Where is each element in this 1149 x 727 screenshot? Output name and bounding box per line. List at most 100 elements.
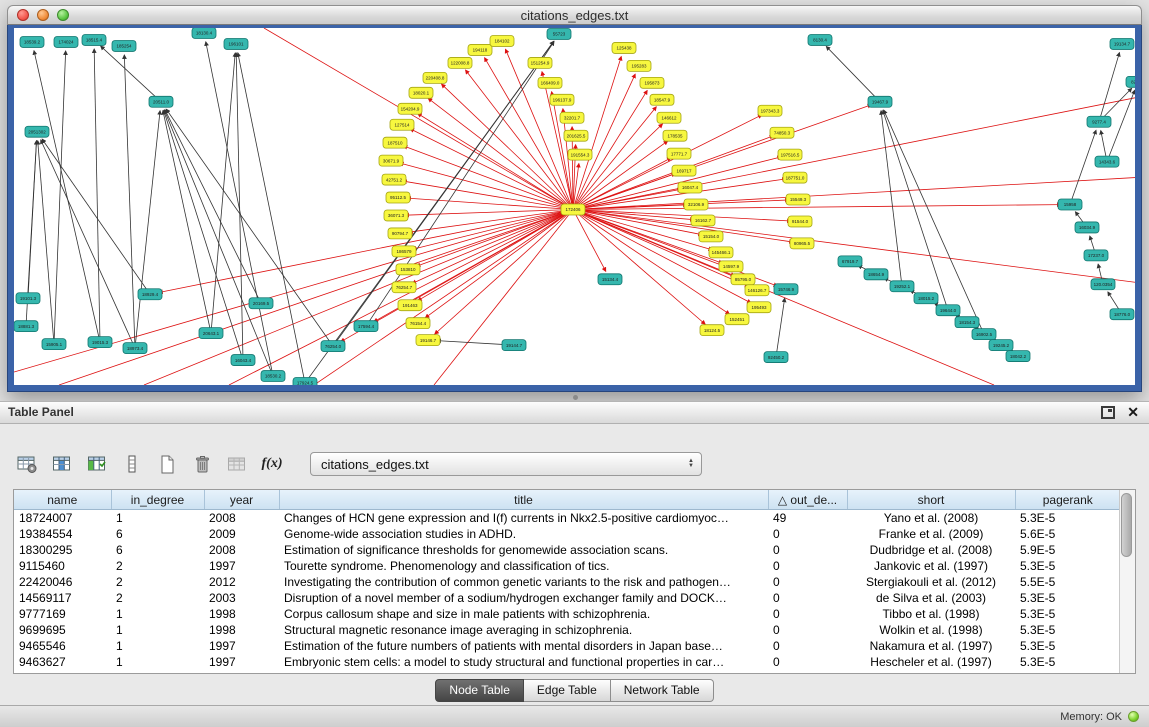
table-cell[interactable]: 2012 xyxy=(204,574,279,590)
table-cell[interactable]: Embryonic stem cells: a model to study s… xyxy=(279,654,768,670)
table-cell[interactable]: Estimation of significance thresholds fo… xyxy=(279,542,768,558)
table-cell[interactable]: 0 xyxy=(768,574,847,590)
network-window-titlebar[interactable]: citations_edges.txt xyxy=(7,5,1142,25)
table-cell[interactable]: Investigating the contribution of common… xyxy=(279,574,768,590)
table-cell[interactable]: 0 xyxy=(768,606,847,622)
table-row[interactable]: 946362711997Embryonic stem cells: a mode… xyxy=(14,654,1120,670)
table-row[interactable]: 1830029562008Estimation of significance … xyxy=(14,542,1120,558)
column-header-in_degree[interactable]: in_degree xyxy=(111,490,204,510)
table-cell[interactable]: Jankovic et al. (1997) xyxy=(847,558,1015,574)
table-row[interactable]: 2242004622012Investigating the contribut… xyxy=(14,574,1120,590)
panel-splitter[interactable] xyxy=(0,393,1149,401)
table-cell[interactable]: Dudbridge et al. (2008) xyxy=(847,542,1015,558)
window-zoom-button[interactable] xyxy=(57,9,69,21)
table-cell[interactable]: 1998 xyxy=(204,622,279,638)
change-table-mode-button[interactable] xyxy=(14,451,40,477)
table-cell[interactable]: 1 xyxy=(111,622,204,638)
table-cell[interactable]: 5.5E-5 xyxy=(1015,574,1120,590)
delete-columns-button[interactable] xyxy=(189,451,215,477)
table-scrollbar[interactable] xyxy=(1119,490,1135,673)
table-cell[interactable]: 1 xyxy=(111,638,204,654)
show-columns-button[interactable] xyxy=(49,451,75,477)
table-cell[interactable]: Structural magnetic resonance image aver… xyxy=(279,622,768,638)
table-cell[interactable]: 19384554 xyxy=(14,526,111,542)
table-source-selector[interactable]: citations_edges.txt ▲▼ xyxy=(310,452,702,476)
table-cell[interactable]: 9777169 xyxy=(14,606,111,622)
tab-node-table[interactable]: Node Table xyxy=(435,679,524,702)
table-cell[interactable]: Tibbo et al. (1998) xyxy=(847,606,1015,622)
table-cell[interactable]: 6 xyxy=(111,526,204,542)
table-cell[interactable]: Hescheler et al. (1997) xyxy=(847,654,1015,670)
table-cell[interactable]: 1998 xyxy=(204,606,279,622)
table-cell[interactable]: 2009 xyxy=(204,526,279,542)
table-cell[interactable]: 0 xyxy=(768,638,847,654)
table-cell[interactable]: Corpus callosum shape and size in male p… xyxy=(279,606,768,622)
table-cell[interactable]: 0 xyxy=(768,558,847,574)
table-cell[interactable]: 9463627 xyxy=(14,654,111,670)
table-cell[interactable]: Changes of HCN gene expression and I(f) … xyxy=(279,510,768,527)
table-row[interactable]: 977716911998Corpus callosum shape and si… xyxy=(14,606,1120,622)
table-cell[interactable]: Tourette syndrome. Phenomenology and cla… xyxy=(279,558,768,574)
table-cell[interactable]: 9115460 xyxy=(14,558,111,574)
table-cell[interactable]: Estimation of the future numbers of pati… xyxy=(279,638,768,654)
close-panel-icon[interactable]: ✕ xyxy=(1127,405,1139,419)
table-cell[interactable]: 1997 xyxy=(204,558,279,574)
table-cell[interactable]: 18300295 xyxy=(14,542,111,558)
table-row[interactable]: 1938455462009Genome-wide association stu… xyxy=(14,526,1120,542)
table-cell[interactable]: 2008 xyxy=(204,542,279,558)
tab-edge-table[interactable]: Edge Table xyxy=(524,679,611,702)
column-header-title[interactable]: title xyxy=(279,490,768,510)
float-panel-icon[interactable] xyxy=(1101,406,1115,419)
table-cell[interactable]: 1 xyxy=(111,654,204,670)
table-cell[interactable]: 5.3E-5 xyxy=(1015,622,1120,638)
table-cell[interactable]: 0 xyxy=(768,542,847,558)
table-cell[interactable]: 1 xyxy=(111,510,204,527)
table-row[interactable]: 946554611997Estimation of the future num… xyxy=(14,638,1120,654)
table-cell[interactable]: Nakamura et al. (1997) xyxy=(847,638,1015,654)
table-cell[interactable]: 9465546 xyxy=(14,638,111,654)
table-cell[interactable]: 1997 xyxy=(204,654,279,670)
column-header-year[interactable]: year xyxy=(204,490,279,510)
function-builder-button[interactable]: f(x) xyxy=(259,451,285,477)
table-cell[interactable]: 18724007 xyxy=(14,510,111,527)
window-minimize-button[interactable] xyxy=(37,9,49,21)
table-cell[interactable]: 2 xyxy=(111,574,204,590)
table-cell[interactable]: 5.6E-5 xyxy=(1015,526,1120,542)
column-header-pagerank[interactable]: pagerank xyxy=(1015,490,1120,510)
column-header-short[interactable]: short xyxy=(847,490,1015,510)
table-cell[interactable]: Disruption of a novel member of a sodium… xyxy=(279,590,768,606)
table-cell[interactable]: 6 xyxy=(111,542,204,558)
table-row[interactable]: 969969511998Structural magnetic resonanc… xyxy=(14,622,1120,638)
memory-status-indicator[interactable] xyxy=(1128,711,1139,722)
table-cell[interactable]: Wolkin et al. (1998) xyxy=(847,622,1015,638)
table-cell[interactable]: 2 xyxy=(111,590,204,606)
network-graph-canvas[interactable]: 17240618539.217402418515.418525418130.41… xyxy=(14,28,1135,385)
column-header-out_de[interactable]: △ out_de... xyxy=(768,490,847,510)
table-cell[interactable]: 5.3E-5 xyxy=(1015,510,1120,527)
table-cell[interactable]: 5.9E-5 xyxy=(1015,542,1120,558)
table-row[interactable]: 1456911722003Disruption of a novel membe… xyxy=(14,590,1120,606)
scrollbar-thumb[interactable] xyxy=(1121,493,1132,557)
table-cell[interactable]: 1997 xyxy=(204,638,279,654)
table-cell[interactable]: 5.3E-5 xyxy=(1015,558,1120,574)
table-cell[interactable]: 2008 xyxy=(204,510,279,527)
table-cell[interactable]: 1 xyxy=(111,606,204,622)
column-header-name[interactable]: name xyxy=(14,490,111,510)
select-all-button[interactable] xyxy=(84,451,110,477)
window-close-button[interactable] xyxy=(17,9,29,21)
table-cell[interactable]: Stergiakouli et al. (2012) xyxy=(847,574,1015,590)
table-cell[interactable]: 0 xyxy=(768,654,847,670)
table-cell[interactable]: Franke et al. (2009) xyxy=(847,526,1015,542)
table-cell[interactable]: 5.3E-5 xyxy=(1015,638,1120,654)
table-cell[interactable]: 14569117 xyxy=(14,590,111,606)
row-selection-button[interactable] xyxy=(119,451,145,477)
import-table-button[interactable] xyxy=(224,451,250,477)
table-row[interactable]: 1872400712008Changes of HCN gene express… xyxy=(14,510,1120,527)
table-cell[interactable]: de Silva et al. (2003) xyxy=(847,590,1015,606)
table-cell[interactable]: 0 xyxy=(768,590,847,606)
table-cell[interactable]: 2003 xyxy=(204,590,279,606)
table-cell[interactable]: Yano et al. (2008) xyxy=(847,510,1015,527)
table-cell[interactable]: 5.3E-5 xyxy=(1015,606,1120,622)
table-cell[interactable]: 0 xyxy=(768,526,847,542)
create-new-column-button[interactable] xyxy=(154,451,180,477)
